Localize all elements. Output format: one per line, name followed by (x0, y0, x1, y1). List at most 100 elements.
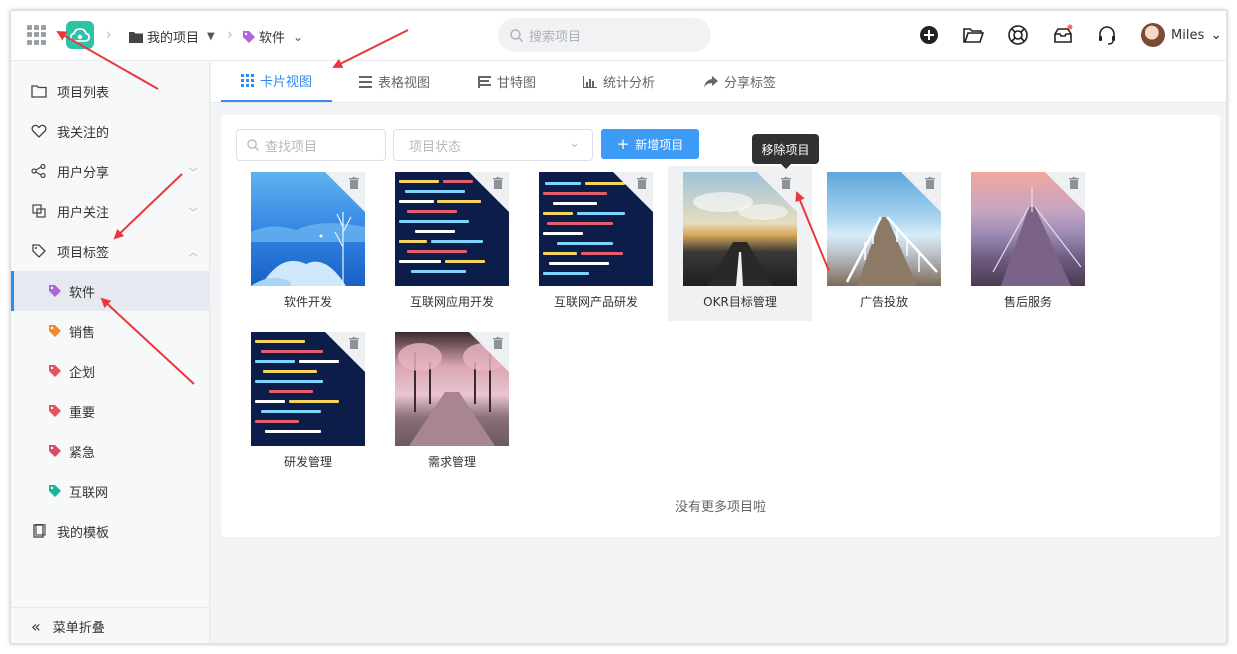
sidebar-item-project-tags[interactable]: 项目标签 ︿ (11, 231, 210, 271)
project-name: 需求管理 (427, 455, 476, 469)
breadcrumb-project[interactable]: 我的项目 ▼ (129, 27, 215, 46)
chevron-down-icon: ⌄ (569, 136, 580, 151)
tab-card-view[interactable]: 卡片视图 (221, 61, 333, 102)
project-card[interactable]: 互联网应用开发 (380, 166, 524, 321)
sidebar-tag-important[interactable]: 重要 (11, 391, 210, 431)
sidebar-tag-sales[interactable]: 销售 (11, 311, 210, 351)
search-icon (510, 28, 523, 42)
sidebar: 项目列表 我关注的 用户分享 ﹀ 用户关注 ﹀ 项目标签 ︿ 软件 销售 企划 … (11, 61, 210, 643)
share-arrow-icon (704, 75, 718, 88)
sidebar-tag-planning[interactable]: 企划 (11, 351, 210, 391)
project-name: 互联网产品研发 (553, 295, 638, 309)
tab-label: 表格视图 (378, 76, 431, 91)
plus-icon: + (616, 135, 630, 153)
no-more-projects-text: 没有更多项目啦 (674, 500, 766, 515)
tab-share-tags[interactable]: 分享标签 (684, 61, 796, 102)
trash-icon[interactable] (1069, 177, 1079, 189)
project-card[interactable]: 广告投放 (812, 166, 956, 321)
tag-icon (243, 30, 255, 43)
sidebar-item-label: 我的模板 (57, 525, 110, 541)
tab-gantt[interactable]: 甘特图 (458, 61, 556, 102)
tab-label: 分享标签 (724, 76, 777, 91)
chevron-down-icon: ⌄ (1210, 27, 1222, 43)
collapse-menu-button[interactable]: « 菜单折叠 (11, 607, 210, 643)
tab-statistics[interactable]: 统计分析 (563, 61, 675, 102)
trash-icon[interactable] (493, 177, 503, 189)
top-bar: › 我的项目 ▼ › 软件 ⌄ 搜索项目 Miles ⌄ (11, 11, 1226, 61)
chevron-down-icon: ﹀ (188, 207, 198, 219)
inbox-icon[interactable] (1052, 24, 1074, 46)
project-thumbnail (395, 332, 509, 446)
sidebar-item-my-templates[interactable]: 我的模板 (11, 511, 210, 551)
copy-icon (32, 204, 46, 218)
trash-icon[interactable] (349, 337, 359, 349)
sidebar-item-project-list[interactable]: 项目列表 (11, 71, 210, 111)
project-name: 售后服务 (1003, 295, 1052, 309)
sidebar-tag-internet[interactable]: 互联网 (11, 471, 210, 511)
app-grid-icon[interactable] (27, 25, 47, 45)
project-card[interactable]: OKR目标管理 (668, 166, 812, 321)
gantt-icon (478, 75, 491, 88)
sidebar-tag-urgent[interactable]: 紧急 (11, 431, 210, 471)
headset-icon[interactable] (1096, 24, 1118, 46)
project-card[interactable]: 售后服务 (956, 166, 1100, 321)
app-window: › 我的项目 ▼ › 软件 ⌄ 搜索项目 Miles ⌄ 项目列表 我关注的 用… (10, 10, 1227, 644)
folder-icon (129, 31, 143, 43)
project-card[interactable]: 互联网产品研发 (524, 166, 668, 321)
project-card[interactable]: 研发管理 (236, 326, 380, 481)
search-icon (247, 139, 259, 151)
project-thumbnail (683, 172, 797, 286)
caret-down-icon: ▼ (207, 31, 215, 42)
sidebar-item-user-share[interactable]: 用户分享 ﹀ (11, 151, 210, 191)
tag-icon (32, 244, 46, 258)
list-icon (359, 75, 372, 88)
sidebar-tag-label: 重要 (69, 405, 96, 421)
app-logo[interactable] (66, 21, 94, 49)
sidebar-item-user-follow[interactable]: 用户关注 ﹀ (11, 191, 210, 231)
sidebar-tag-software[interactable]: 软件 (11, 271, 210, 311)
add-project-button[interactable]: + 新增项目 (601, 129, 699, 159)
trash-icon[interactable] (781, 177, 791, 189)
project-card[interactable]: 软件开发 (236, 166, 380, 321)
sidebar-tag-label: 互联网 (69, 485, 109, 501)
tab-label: 卡片视图 (260, 75, 313, 90)
project-name: 研发管理 (283, 455, 332, 469)
tag-icon (49, 285, 61, 297)
tab-table-view[interactable]: 表格视图 (339, 61, 450, 102)
project-card[interactable]: 需求管理 (380, 326, 524, 481)
grid-icon (241, 74, 254, 87)
help-ring-icon[interactable] (1007, 24, 1029, 46)
sidebar-item-label: 用户分享 (57, 165, 110, 181)
double-chevron-left-icon: « (31, 617, 41, 636)
tag-icon (49, 445, 61, 457)
folder-open-icon[interactable] (962, 24, 984, 46)
trash-icon[interactable] (637, 177, 647, 189)
tag-icon (49, 365, 61, 377)
tag-icon (49, 325, 61, 337)
view-tabs: 卡片视图 表格视图 甘特图 统计分析 分享标签 (211, 61, 1226, 103)
project-thumbnail (251, 332, 365, 446)
sidebar-item-following[interactable]: 我关注的 (11, 111, 210, 151)
breadcrumb-tag[interactable]: 软件 ⌄ (243, 27, 303, 46)
project-thumbnail (395, 172, 509, 286)
breadcrumb-project-label: 我的项目 (147, 31, 200, 46)
template-icon (33, 524, 46, 538)
project-search-input[interactable]: 查找项目 (236, 129, 386, 161)
sidebar-tag-label: 软件 (69, 285, 96, 301)
tab-label: 甘特图 (497, 76, 537, 91)
breadcrumb-tag-label: 软件 (259, 31, 286, 46)
add-circle-icon[interactable] (918, 24, 940, 46)
trash-icon[interactable] (925, 177, 935, 189)
sidebar-tag-label: 紧急 (69, 445, 96, 461)
global-search-input[interactable]: 搜索项目 (498, 18, 711, 52)
global-search-placeholder: 搜索项目 (529, 29, 582, 45)
project-status-select[interactable]: 项目状态 ⌄ (393, 129, 593, 161)
project-name: 广告投放 (859, 295, 908, 309)
share-icon (31, 164, 46, 178)
chevron-down-icon: ⌄ (293, 29, 304, 44)
user-menu[interactable]: Miles ⌄ (1141, 23, 1222, 47)
tag-icon (49, 485, 61, 497)
sidebar-tag-label: 销售 (69, 325, 96, 341)
trash-icon[interactable] (493, 337, 503, 349)
trash-icon[interactable] (349, 177, 359, 189)
